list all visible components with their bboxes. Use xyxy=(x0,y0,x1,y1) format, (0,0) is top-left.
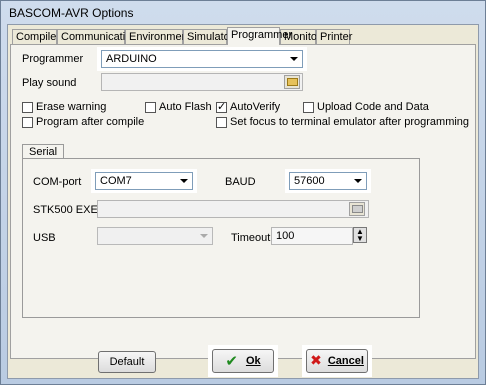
chevron-down-icon xyxy=(180,179,188,183)
play-sound-field[interactable] xyxy=(101,73,303,91)
checkbox-box xyxy=(216,116,227,128)
com-port-label: COM-port xyxy=(33,176,82,188)
checkbox-box xyxy=(303,101,314,113)
tab-label: Printer xyxy=(320,31,353,43)
baud-select[interactable]: 57600 xyxy=(289,172,367,190)
programmer-panel: Programmer ARDUINO Play sound Erase warn… xyxy=(10,44,476,359)
folder-icon xyxy=(286,78,298,86)
program-after-compile-checkbox[interactable]: Program after compile xyxy=(22,116,144,128)
cancel-button-label: Cancel xyxy=(327,355,364,367)
auto-flash-checkbox[interactable]: Auto Flash xyxy=(145,101,212,113)
timeout-input[interactable]: 100 xyxy=(271,227,353,245)
tab-printer[interactable]: Printer xyxy=(316,29,353,44)
timeout-spinner[interactable]: ▲ ▼ xyxy=(353,227,367,243)
check-icon: ✔ xyxy=(225,352,238,370)
programmer-value: ARDUINO xyxy=(106,53,157,65)
stk500-browse-button[interactable] xyxy=(349,202,365,216)
checkbox-box xyxy=(22,116,33,128)
set-focus-checkbox[interactable]: Set focus to terminal emulator after pro… xyxy=(216,116,469,128)
dialog-client: Compiler Communication Environment Simul… xyxy=(7,24,479,379)
programmer-label: Programmer xyxy=(22,53,84,65)
tab-communication[interactable]: Communication xyxy=(57,29,137,44)
stk500-field[interactable] xyxy=(97,200,369,218)
play-sound-browse-button[interactable] xyxy=(284,75,300,89)
baud-label: BAUD xyxy=(225,176,256,188)
checkbox-label: Set focus to terminal emulator after pro… xyxy=(230,116,470,128)
chevron-down-icon xyxy=(354,179,362,183)
chevron-down-icon xyxy=(200,234,208,238)
ok-button[interactable]: ✔ Ok xyxy=(212,349,274,373)
stk500-label: STK500 EXE xyxy=(33,204,98,216)
checkbox-label: Upload Code and Data xyxy=(317,101,429,113)
checkbox-label: Program after compile xyxy=(36,116,145,128)
checkbox-label: AutoVerify xyxy=(230,101,281,113)
auto-verify-checkbox[interactable]: AutoVerify xyxy=(216,100,281,113)
tab-environment[interactable]: Environment xyxy=(125,29,191,44)
checkbox-box xyxy=(145,101,156,113)
serial-tab-label: Serial xyxy=(29,146,58,158)
timeout-label: Timeout xyxy=(231,232,271,244)
play-sound-label: Play sound xyxy=(22,77,77,89)
folder-icon xyxy=(351,205,363,213)
programmer-select[interactable]: ARDUINO xyxy=(101,50,303,68)
close-icon: ✖ xyxy=(310,353,322,369)
tab-compiler[interactable]: Compiler xyxy=(12,29,61,44)
checkbox-label: Auto Flash xyxy=(159,101,212,113)
checkbox-box xyxy=(216,100,227,113)
ok-button-label: Ok xyxy=(245,355,261,367)
usb-select[interactable] xyxy=(97,227,213,245)
tab-label: Environment xyxy=(129,31,191,43)
serial-tab[interactable]: Serial xyxy=(22,144,65,159)
baud-value: 57600 xyxy=(294,175,325,187)
cancel-button[interactable]: ✖ Cancel xyxy=(306,349,368,373)
options-window: BASCOM-AVR Options Compiler Communicatio… xyxy=(0,0,486,385)
upload-code-checkbox[interactable]: Upload Code and Data xyxy=(303,101,429,113)
default-button[interactable]: Default xyxy=(98,351,156,373)
default-button-label: Default xyxy=(109,356,145,368)
erase-warning-checkbox[interactable]: Erase warning xyxy=(22,101,106,113)
com-port-select[interactable]: COM7 xyxy=(95,172,193,190)
tab-label: Programmer xyxy=(231,29,293,41)
checkbox-label: Erase warning xyxy=(36,101,107,113)
tab-programmer[interactable]: Programmer xyxy=(227,27,292,45)
usb-label: USB xyxy=(33,232,56,244)
chevron-down-icon xyxy=(290,57,298,61)
title-bar: BASCOM-AVR Options xyxy=(1,1,485,23)
tab-simulator[interactable]: Simulator xyxy=(183,29,233,44)
checkbox-box xyxy=(22,101,33,113)
timeout-value: 100 xyxy=(276,230,295,242)
window-title: BASCOM-AVR Options xyxy=(9,6,134,20)
tab-label: Compiler xyxy=(16,31,61,43)
com-port-value: COM7 xyxy=(100,175,132,187)
